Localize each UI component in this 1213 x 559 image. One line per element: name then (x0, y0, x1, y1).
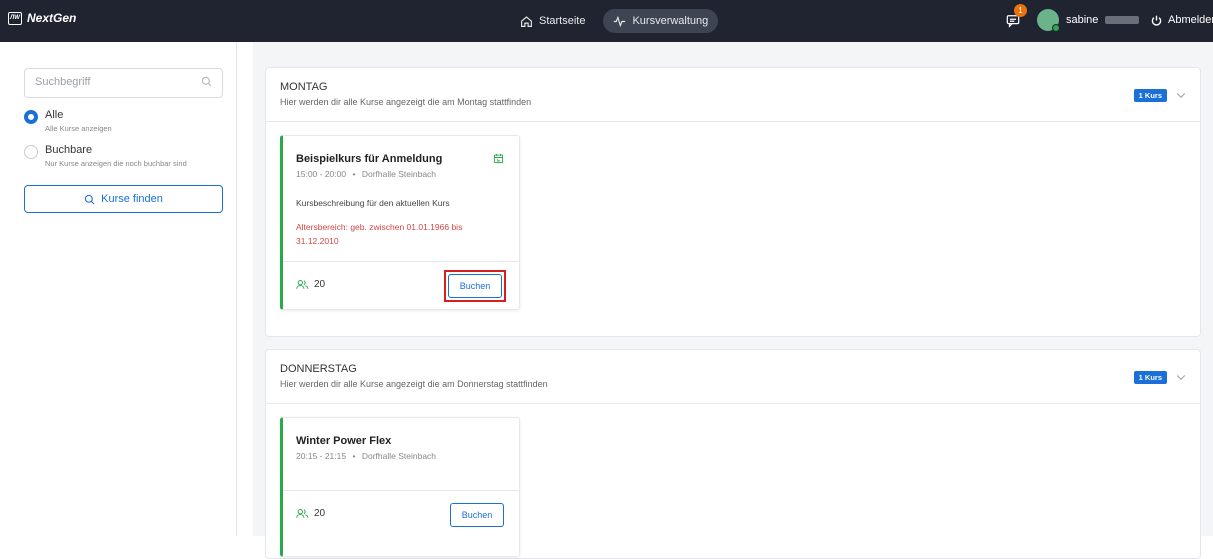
course-count-badge: 1 Kurs (1133, 89, 1167, 102)
course-card: Beispielkurs für Anmeldung 15:00 - 20:00… (280, 135, 520, 310)
activity-icon (614, 15, 626, 27)
search-icon (84, 194, 95, 204)
course-footer: 20 Buchen (283, 261, 519, 310)
chevron-down-icon[interactable] (1175, 371, 1187, 383)
nav-startseite[interactable]: Startseite (510, 9, 595, 33)
chat-count-badge: 1 (1014, 4, 1027, 17)
day-header[interactable]: DONNERSTAG Hier werden dir alle Kurse an… (266, 350, 1200, 404)
course-meta: 15:00 - 20:00 • Dorfhalle Steinbach (296, 169, 436, 179)
logout-label: Abmelden (1168, 14, 1213, 26)
course-list[interactable]: MONTAG Hier werden dir alle Kurse angeze… (253, 42, 1213, 559)
course-title: Beispielkurs für Anmeldung (296, 153, 443, 165)
radio-unchecked-icon[interactable] (24, 145, 38, 159)
course-count-badge: 1 Kurs (1133, 371, 1167, 384)
users-icon (296, 280, 309, 289)
user-menu[interactable]: sabine (1037, 9, 1140, 32)
course-description: Kursbeschreibung für den aktuellen Kurs (296, 198, 450, 208)
participants-count: 20 (314, 508, 326, 519)
participants: 20 (296, 508, 325, 519)
search-input[interactable]: Suchbegriff (24, 68, 223, 98)
meta-separator: • (352, 451, 356, 461)
course-meta: 20:15 - 21:15 • Dorfhalle Steinbach (296, 451, 436, 461)
filter-description: Nur Kurse anzeigen die noch buchbar sind (45, 159, 187, 168)
course-time: 20:15 - 21:15 (296, 451, 347, 461)
meta-separator: • (352, 169, 356, 179)
search-icon (201, 76, 212, 87)
course-age-range: Altersbereich: geb. zwischen 01.01.1966 … (296, 222, 463, 246)
day-title: DONNERSTAG (280, 363, 357, 375)
nav-startseite-label: Startseite (539, 15, 586, 27)
book-button[interactable]: Buchen (448, 274, 502, 298)
filter-label: Alle (45, 109, 64, 121)
course-location: Dorfhalle Steinbach (361, 451, 437, 461)
nav-kursverwaltung-label: Kursverwaltung (632, 15, 709, 27)
users-icon (296, 509, 309, 518)
course-card: Winter Power Flex 20:15 - 21:15 • Dorfha… (280, 417, 520, 557)
avatar (1037, 9, 1060, 32)
day-subtitle: Hier werden dir alle Kurse angezeigt die… (280, 379, 548, 389)
logout-button[interactable]: Abmelden (1151, 14, 1213, 26)
home-icon (521, 15, 532, 27)
app-logo[interactable]: ЛW NextGen (8, 11, 76, 25)
power-icon (1151, 15, 1162, 26)
book-button-wrapper: Buchen (450, 503, 504, 527)
course-location: Dorfhalle Steinbach (361, 169, 437, 179)
book-button-highlight: Buchen (444, 270, 506, 302)
find-courses-button[interactable]: Kurse finden (24, 185, 223, 213)
participants-count: 20 (314, 279, 326, 290)
online-status-icon (1052, 24, 1060, 32)
user-name: sabine (1066, 14, 1099, 26)
filter-description: Alle Kurse anzeigen (45, 124, 112, 133)
logo-mark-icon: ЛW (8, 11, 22, 25)
book-button[interactable]: Buchen (450, 503, 504, 527)
participants: 20 (296, 279, 325, 290)
main-nav: Startseite Kursverwaltung (510, 9, 719, 33)
calendar-icon[interactable] (493, 153, 504, 164)
sidebar-divider (236, 42, 237, 536)
course-footer: 20 Buchen (283, 490, 519, 539)
day-section-donnerstag: DONNERSTAG Hier werden dir alle Kurse an… (265, 349, 1201, 559)
radio-checked-icon[interactable] (24, 110, 38, 124)
top-bar: ЛW NextGen Startseite Kursverwaltung 1 s… (0, 0, 1213, 42)
day-subtitle: Hier werden dir alle Kurse angezeigt die… (280, 97, 532, 107)
user-name-redacted (1105, 16, 1140, 24)
filter-sidebar: Suchbegriff Alle Alle Kurse anzeigen Buc… (0, 42, 236, 536)
course-title: Winter Power Flex (296, 435, 392, 447)
find-courses-label: Kurse finden (101, 193, 163, 205)
app-name: NextGen (27, 11, 77, 25)
chevron-down-icon[interactable] (1175, 89, 1187, 101)
course-time: 15:00 - 20:00 (296, 169, 347, 179)
nav-kursverwaltung[interactable]: Kursverwaltung (603, 9, 719, 33)
filter-label: Buchbare (45, 144, 93, 156)
day-section-montag: MONTAG Hier werden dir alle Kurse angeze… (265, 67, 1201, 337)
day-header[interactable]: MONTAG Hier werden dir alle Kurse angeze… (266, 68, 1200, 122)
day-title: MONTAG (280, 81, 328, 93)
